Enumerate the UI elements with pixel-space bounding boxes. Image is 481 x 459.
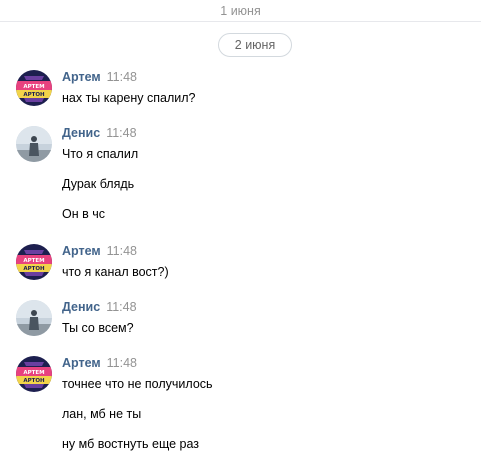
author-name[interactable]: Денис bbox=[62, 300, 100, 314]
author-name[interactable]: Артем bbox=[62, 70, 101, 84]
artem-badge-icon[interactable]: АРТЕМ АРТОН bbox=[16, 70, 52, 106]
artem-badge-icon[interactable]: АРТЕМ АРТОН bbox=[16, 356, 52, 392]
artem-badge-icon[interactable]: АРТЕМ АРТОН bbox=[16, 244, 52, 280]
date-divider-label: 1 июня bbox=[220, 4, 261, 18]
artem-badge-text-2: АРТОН bbox=[23, 92, 45, 98]
message-header: Артем 11:48 bbox=[62, 355, 137, 371]
message-text: ну мб востнуть еще раз bbox=[62, 437, 200, 451]
artem-badge-text-1: АРТЕМ bbox=[23, 84, 44, 90]
message-time[interactable]: 11:48 bbox=[107, 244, 137, 258]
message-header: Денис 11:48 bbox=[62, 299, 137, 315]
date-pill[interactable]: 2 июня bbox=[218, 33, 292, 57]
author-name[interactable]: Артем bbox=[62, 244, 101, 258]
artem-badge-text-2: АРТОН bbox=[23, 266, 45, 272]
denis-photo-icon[interactable] bbox=[16, 126, 52, 162]
message-header: Артем 11:48 bbox=[62, 69, 137, 85]
message-time[interactable]: 11:48 bbox=[106, 126, 136, 140]
message-time[interactable]: 11:48 bbox=[107, 356, 137, 370]
message-time[interactable]: 11:48 bbox=[107, 70, 137, 84]
message-time[interactable]: 11:48 bbox=[106, 300, 136, 314]
message-text: Что я спалил bbox=[62, 147, 139, 161]
message-text: Он в чс bbox=[62, 207, 105, 221]
denis-photo-icon[interactable] bbox=[16, 300, 52, 336]
artem-badge-text-1: АРТЕМ bbox=[23, 370, 44, 376]
message-text: Ты со всем? bbox=[62, 321, 134, 335]
message-header: Денис 11:48 bbox=[62, 125, 137, 141]
date-divider-previous: 1 июня bbox=[0, 0, 481, 22]
message-text: точнее что не получилось bbox=[62, 377, 213, 391]
artem-badge-text-1: АРТЕМ bbox=[23, 258, 44, 264]
message-text: Дурак блядь bbox=[62, 177, 135, 191]
author-name[interactable]: Артем bbox=[62, 356, 101, 370]
message-header: Артем 11:48 bbox=[62, 243, 137, 259]
message-text: нах ты карену спалил? bbox=[62, 91, 196, 105]
message-text: что я канал вост?) bbox=[62, 265, 169, 279]
author-name[interactable]: Денис bbox=[62, 126, 100, 140]
artem-badge-text-2: АРТОН bbox=[23, 378, 45, 384]
message-text: лан, мб не ты bbox=[62, 407, 142, 421]
